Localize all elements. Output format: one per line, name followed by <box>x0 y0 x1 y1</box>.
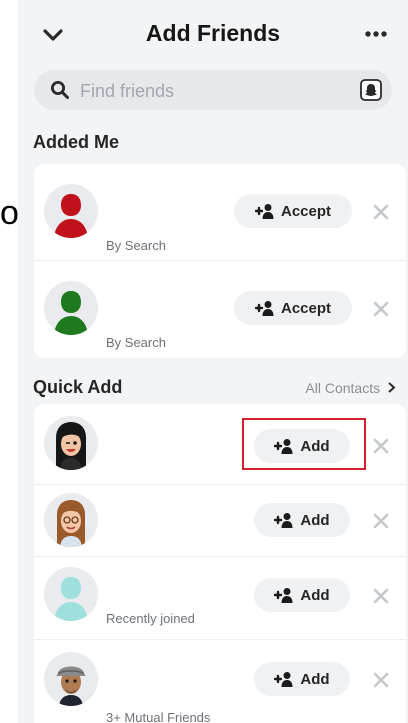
accept-button[interactable]: Accept <box>234 194 352 228</box>
add-button[interactable]: Add <box>254 578 350 612</box>
all-contacts-link[interactable]: All Contacts <box>305 380 396 396</box>
add-friend-icon <box>274 588 293 603</box>
friend-subtitle: 3+ Mutual Friends <box>106 710 211 723</box>
add-friends-screen: Add Friends Added Me By Search Accept <box>18 0 408 723</box>
close-icon[interactable] <box>373 513 389 529</box>
add-label: Add <box>300 511 330 529</box>
all-contacts-label: All Contacts <box>305 380 381 396</box>
close-icon[interactable] <box>373 672 389 688</box>
add-friend-icon <box>254 301 274 316</box>
page-title: Add Friends <box>145 20 281 46</box>
add-label: Add <box>300 586 330 604</box>
friend-subtitle: Recently joined <box>106 611 195 626</box>
add-friend-icon <box>254 204 274 219</box>
stray-character: o <box>0 194 19 232</box>
more-options-icon[interactable] <box>364 30 388 38</box>
close-icon[interactable] <box>373 204 389 220</box>
snapchat-ghost-icon[interactable] <box>360 79 382 101</box>
add-friend-icon <box>274 672 293 687</box>
search-icon <box>51 81 69 99</box>
close-icon[interactable] <box>373 588 389 604</box>
accept-button[interactable]: Accept <box>234 291 352 325</box>
friend-subtitle: By Search <box>106 238 166 253</box>
avatar <box>44 567 98 621</box>
list-item[interactable]: By Search Accept <box>34 164 406 260</box>
chevron-right-icon <box>388 382 396 393</box>
search-input[interactable] <box>78 70 352 112</box>
search-bar[interactable] <box>34 70 392 112</box>
highlight-box <box>242 418 366 470</box>
add-friend-icon <box>274 513 293 528</box>
accept-label: Accept <box>280 202 332 220</box>
avatar <box>44 652 98 706</box>
avatar <box>44 281 98 335</box>
accept-label: Accept <box>280 299 332 317</box>
add-button[interactable]: Add <box>254 662 350 696</box>
added-me-list: By Search Accept By Search Accept <box>34 164 406 358</box>
add-label: Add <box>300 670 330 688</box>
quick-add-heading: Quick Add <box>33 377 123 397</box>
list-item[interactable]: Recently joined Add <box>34 557 406 639</box>
list-item[interactable]: Add <box>34 485 406 556</box>
add-button[interactable]: Add <box>254 503 350 537</box>
header: Add Friends <box>18 0 408 68</box>
avatar <box>44 493 98 547</box>
added-me-heading: Added Me <box>33 132 120 152</box>
friend-subtitle: By Search <box>106 335 166 350</box>
avatar <box>44 184 98 238</box>
list-item[interactable]: By Search Accept <box>34 261 406 358</box>
list-item[interactable]: 3+ Mutual Friends Add <box>34 640 406 723</box>
close-icon[interactable] <box>373 438 389 454</box>
avatar <box>44 416 98 470</box>
close-icon[interactable] <box>373 301 389 317</box>
